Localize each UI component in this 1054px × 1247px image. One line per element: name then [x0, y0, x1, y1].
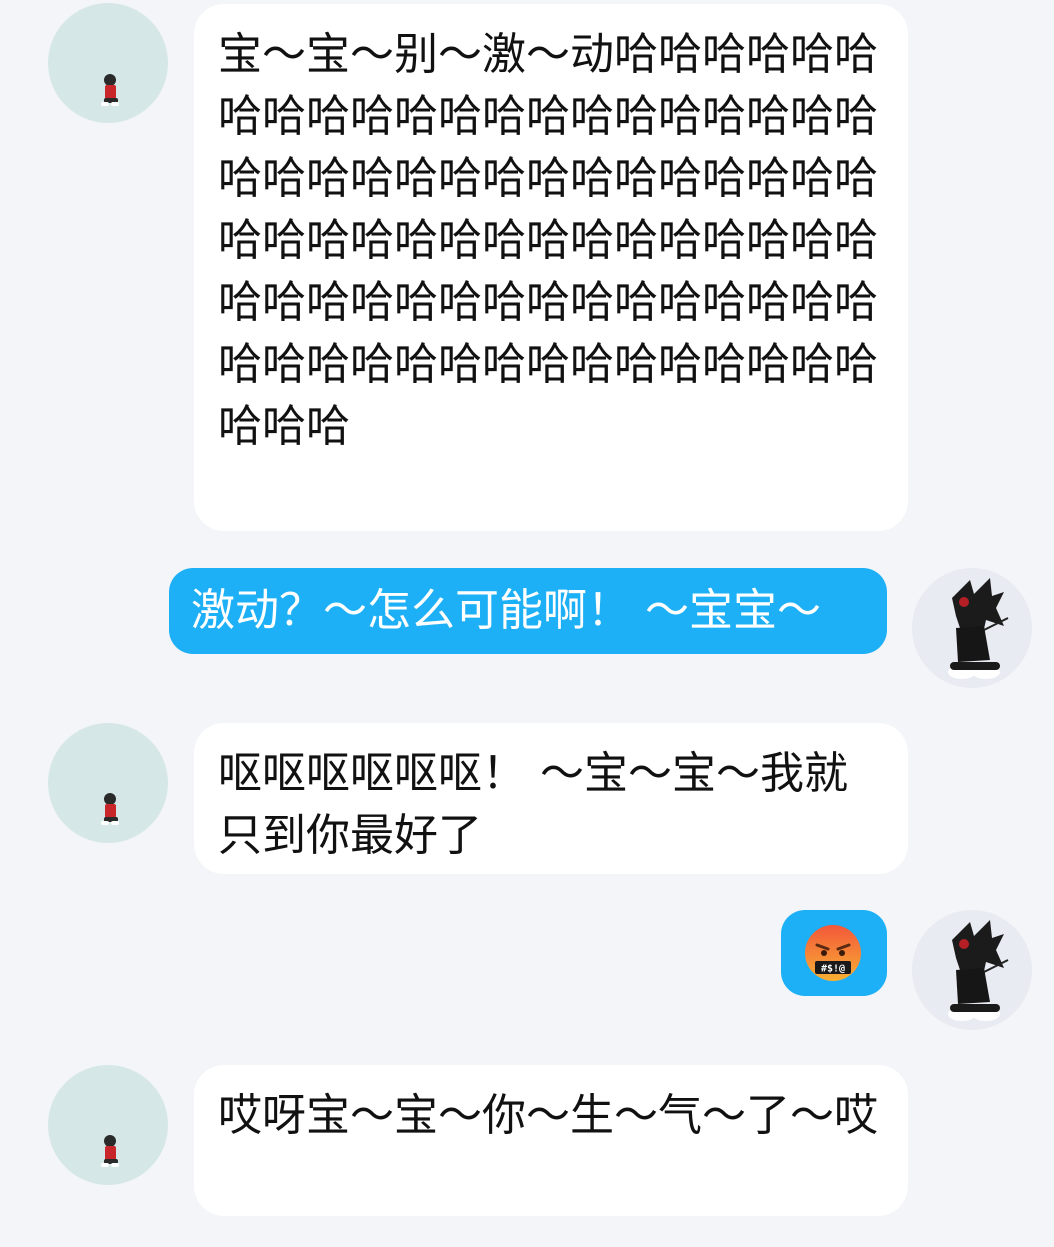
dark-haired-character-icon	[948, 920, 1009, 1021]
chibi-character-icon	[101, 1135, 119, 1167]
contact-avatar[interactable]	[48, 3, 168, 123]
emoji-symbols-text: #$!@	[821, 964, 845, 975]
message-bubble-received[interactable]: 哎呀宝～宝～你～生～气～了～哎	[194, 1065, 908, 1216]
chat-thread[interactable]: 宝～宝～别～激～动哈哈哈哈哈哈哈哈哈哈哈哈哈哈哈哈哈哈哈哈哈哈哈哈哈哈哈哈哈哈哈…	[0, 0, 1054, 1247]
user-avatar[interactable]	[912, 568, 1032, 688]
chibi-character-icon	[101, 74, 119, 106]
message-bubble-sent-emoji[interactable]: #$!@	[781, 910, 887, 996]
message-bubble-received[interactable]: 宝～宝～别～激～动哈哈哈哈哈哈哈哈哈哈哈哈哈哈哈哈哈哈哈哈哈哈哈哈哈哈哈哈哈哈哈…	[194, 4, 908, 531]
message-bubble-received[interactable]: 呕呕呕呕呕呕！ ～宝～宝～我就只到你最好了	[194, 723, 908, 874]
contact-avatar[interactable]	[48, 723, 168, 843]
face-with-symbols-on-mouth-icon: #$!@	[805, 925, 861, 981]
message-bubble-sent[interactable]: 激动？～怎么可能啊！ ～宝宝～	[169, 568, 887, 654]
contact-avatar[interactable]	[48, 1065, 168, 1185]
user-avatar[interactable]	[912, 910, 1032, 1030]
dark-haired-character-icon	[948, 578, 1009, 679]
chibi-character-icon	[101, 793, 119, 825]
